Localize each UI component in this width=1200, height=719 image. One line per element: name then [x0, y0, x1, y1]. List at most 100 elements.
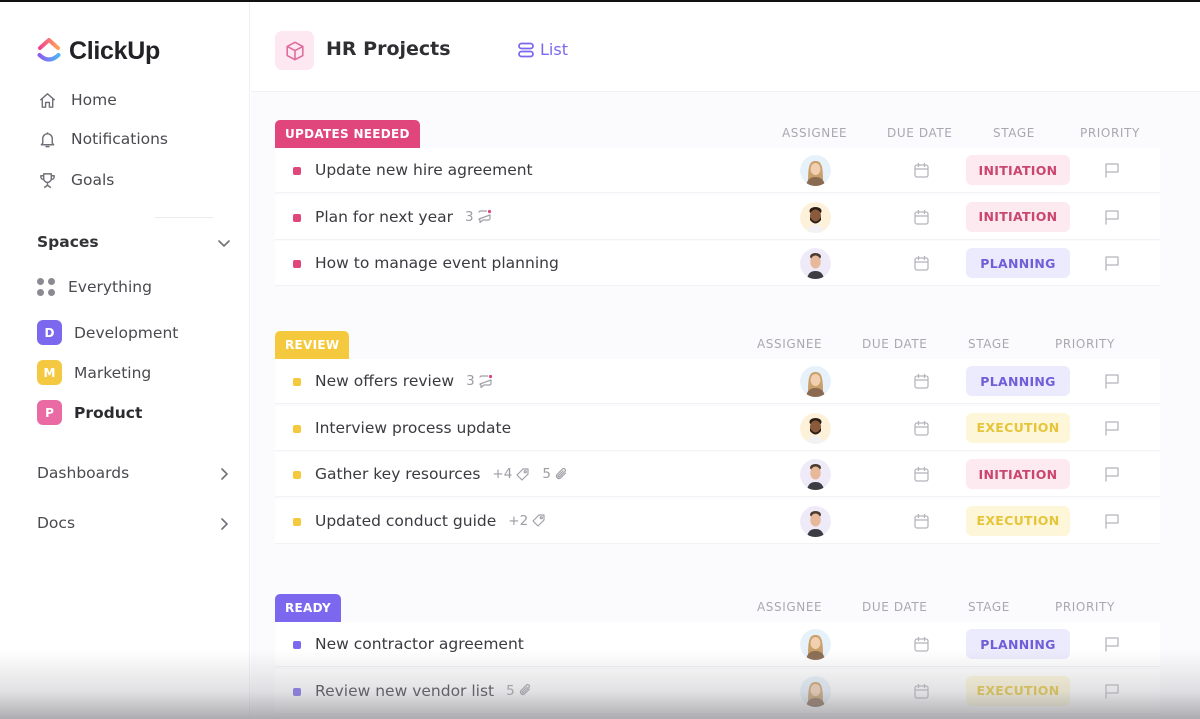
chevron-right-icon[interactable]: [216, 466, 232, 482]
column-header-priority[interactable]: PRIORITY: [1080, 126, 1140, 140]
task-title[interactable]: Updated conduct guide: [315, 512, 496, 530]
group-status-label[interactable]: REVIEW: [275, 331, 350, 359]
status-square-icon[interactable]: [293, 167, 301, 175]
stage-badge[interactable]: PLANNING: [966, 629, 1070, 659]
assignee-avatar[interactable]: [800, 155, 831, 186]
group-status-label[interactable]: READY: [275, 594, 342, 622]
status-square-icon[interactable]: [293, 517, 301, 526]
assignee-avatar[interactable]: [800, 675, 831, 707]
group-status-label[interactable]: UPDATES NEEDED: [275, 120, 420, 148]
sidebar-space-development[interactable]: D Development: [37, 320, 178, 345]
status-square-icon[interactable]: [293, 687, 301, 696]
column-header-priority[interactable]: PRIORITY: [1055, 337, 1115, 351]
column-header-assignee[interactable]: ASSIGNEE: [782, 126, 847, 140]
task-row[interactable]: Interview process update EXECUTION: [275, 405, 1160, 451]
status-square-icon[interactable]: [293, 641, 301, 649]
calendar-icon[interactable]: [913, 683, 930, 700]
chevron-right-icon[interactable]: [216, 516, 232, 532]
task-title-cell[interactable]: Plan for next year 3: [315, 208, 492, 226]
task-row[interactable]: New contractor agreement PLANNING: [275, 622, 1160, 667]
task-title-cell[interactable]: Update new hire agreement: [315, 161, 533, 179]
assignee-avatar[interactable]: [800, 629, 831, 660]
column-header-stage[interactable]: STAGE: [968, 600, 1010, 614]
assignee-avatar[interactable]: [800, 412, 831, 444]
sidebar-space-product[interactable]: P Product: [37, 400, 142, 425]
calendar-icon[interactable]: [913, 209, 930, 226]
sidebar-item-docs[interactable]: Docs: [37, 514, 75, 532]
priority-flag-icon[interactable]: [1103, 372, 1121, 390]
stage-badge[interactable]: EXECUTION: [966, 412, 1070, 443]
column-header-assignee[interactable]: ASSIGNEE: [757, 600, 822, 614]
stage-badge[interactable]: EXECUTION: [966, 675, 1070, 706]
task-title[interactable]: Update new hire agreement: [315, 161, 533, 179]
calendar-icon[interactable]: [913, 466, 930, 483]
assignee-avatar[interactable]: [800, 366, 831, 397]
task-title-cell[interactable]: New offers review 3: [315, 372, 493, 390]
task-row[interactable]: Update new hire agreement INITIATION: [275, 148, 1160, 193]
tab-list-view[interactable]: List: [517, 40, 568, 59]
column-header-due-date[interactable]: DUE DATE: [862, 337, 927, 351]
task-title[interactable]: New contractor agreement: [315, 635, 524, 653]
task-row[interactable]: New offers review 3 PLANNING: [275, 359, 1160, 404]
column-header-priority[interactable]: PRIORITY: [1055, 600, 1115, 614]
tags-indicator[interactable]: +4: [492, 466, 530, 482]
task-title[interactable]: Gather key resources: [315, 465, 480, 483]
attachments-indicator[interactable]: 5: [542, 466, 569, 482]
status-square-icon[interactable]: [293, 378, 301, 386]
status-square-icon[interactable]: [293, 260, 301, 268]
task-row[interactable]: Review new vendor list 5 EXECUTION: [275, 668, 1160, 714]
assignee-avatar[interactable]: [800, 505, 831, 537]
status-square-icon[interactable]: [293, 471, 301, 479]
column-header-due-date[interactable]: DUE DATE: [887, 126, 952, 140]
priority-flag-icon[interactable]: [1103, 161, 1121, 179]
stage-badge[interactable]: INITIATION: [966, 201, 1070, 232]
clickup-logo[interactable]: ClickUp: [37, 36, 160, 66]
sidebar-item-goals[interactable]: Goals: [37, 170, 114, 190]
tags-indicator[interactable]: +2: [508, 513, 546, 529]
status-square-icon[interactable]: [293, 424, 301, 433]
column-header-due-date[interactable]: DUE DATE: [862, 600, 927, 614]
task-row[interactable]: Plan for next year 3 INITIATION: [275, 194, 1160, 240]
sidebar-item-home[interactable]: Home: [37, 90, 117, 110]
status-square-icon[interactable]: [293, 213, 301, 222]
column-header-stage[interactable]: STAGE: [968, 337, 1010, 351]
priority-flag-icon[interactable]: [1103, 419, 1121, 437]
stage-badge[interactable]: EXECUTION: [966, 505, 1070, 536]
task-title-cell[interactable]: Interview process update: [315, 419, 511, 437]
stage-badge[interactable]: INITIATION: [966, 155, 1070, 185]
priority-flag-icon[interactable]: [1103, 512, 1121, 530]
sidebar-item-dashboards[interactable]: Dashboards: [37, 464, 129, 482]
calendar-icon[interactable]: [913, 513, 930, 530]
task-title[interactable]: Interview process update: [315, 419, 511, 437]
priority-flag-icon[interactable]: [1103, 635, 1121, 653]
column-header-stage[interactable]: STAGE: [993, 126, 1035, 140]
task-title-cell[interactable]: Updated conduct guide +2: [315, 512, 546, 530]
sidebar-item-everything[interactable]: Everything: [37, 278, 152, 296]
sidebar-space-marketing[interactable]: M Marketing: [37, 360, 151, 385]
priority-flag-icon[interactable]: [1103, 208, 1121, 226]
calendar-icon[interactable]: [913, 373, 930, 390]
assignee-avatar[interactable]: [800, 459, 831, 490]
calendar-icon[interactable]: [913, 420, 930, 437]
priority-flag-icon[interactable]: [1103, 254, 1121, 272]
calendar-icon[interactable]: [913, 255, 930, 272]
column-header-assignee[interactable]: ASSIGNEE: [757, 337, 822, 351]
task-row[interactable]: How to manage event planning PLANNING: [275, 241, 1160, 286]
assignee-avatar[interactable]: [800, 248, 831, 279]
priority-flag-icon[interactable]: [1103, 682, 1121, 700]
task-row[interactable]: Updated conduct guide +2 EXECUTION: [275, 498, 1160, 544]
stage-badge[interactable]: PLANNING: [966, 248, 1070, 278]
chevron-down-icon[interactable]: [216, 235, 232, 251]
task-title-cell[interactable]: How to manage event planning: [315, 254, 559, 272]
sidebar-item-notifications[interactable]: Notifications: [37, 129, 168, 149]
task-title-cell[interactable]: Review new vendor list 5: [315, 682, 533, 700]
priority-flag-icon[interactable]: [1103, 465, 1121, 483]
assignee-avatar[interactable]: [800, 201, 831, 233]
comments-indicator[interactable]: 3: [465, 209, 492, 225]
stage-badge[interactable]: INITIATION: [966, 459, 1070, 489]
task-title-cell[interactable]: New contractor agreement: [315, 635, 524, 653]
task-title-cell[interactable]: Gather key resources +4 5: [315, 465, 569, 483]
task-title[interactable]: Plan for next year: [315, 208, 453, 226]
calendar-icon[interactable]: [913, 636, 930, 653]
stage-badge[interactable]: PLANNING: [966, 366, 1070, 396]
